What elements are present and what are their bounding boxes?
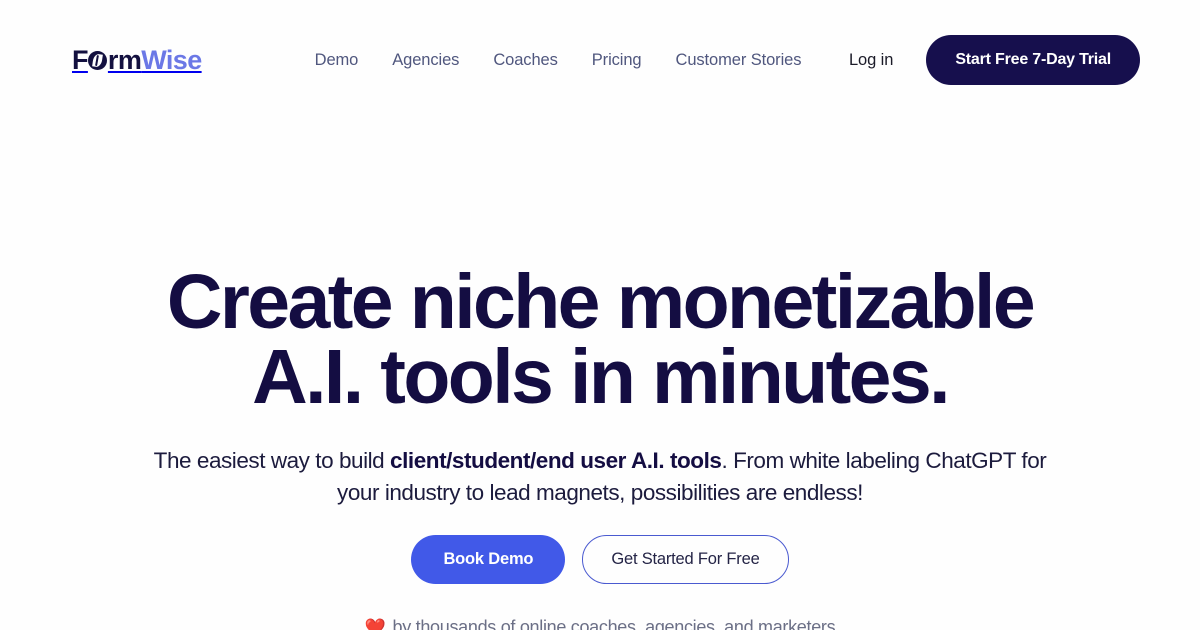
nav-item-customer-stories[interactable]: Customer Stories [676, 51, 802, 70]
main-navigation: Demo Agencies Coaches Pricing Customer S… [315, 51, 802, 70]
nav-item-demo[interactable]: Demo [315, 51, 359, 70]
brand-text-f: F [72, 44, 89, 75]
brand-logo[interactable]: Frm Wise [72, 44, 202, 75]
get-started-free-button[interactable]: Get Started For Free [582, 535, 789, 585]
book-demo-button[interactable]: Book Demo [411, 535, 566, 585]
brand-text-wise: Wise [141, 44, 202, 75]
hero-subtitle-emphasis: client/student/end user A.I. tools [390, 448, 722, 474]
nav-item-agencies[interactable]: Agencies [392, 51, 459, 70]
hero-subtitle-part-1: The easiest way to build [153, 448, 391, 474]
page-title-line-2: A.I. tools in minutes. [252, 333, 950, 420]
hero-subtitle: The easiest way to build client/student/… [150, 445, 1050, 509]
site-header: Frm Wise Demo Agencies Coaches Pricing Cu… [0, 0, 1200, 120]
social-proof: ❤️ by thousands of online coaches, agenc… [0, 617, 1200, 630]
login-link[interactable]: Log in [849, 51, 893, 70]
header-actions: Log in Start Free 7-Day Trial [849, 35, 1140, 85]
nav-item-coaches[interactable]: Coaches [493, 51, 558, 70]
start-free-trial-button[interactable]: Start Free 7-Day Trial [926, 35, 1140, 85]
hero-section: Create niche monetizable A.I. tools in m… [0, 120, 1200, 630]
hero-cta-group: Book Demo Get Started For Free [0, 535, 1200, 585]
brand-text-rm: rm [107, 44, 142, 75]
nav-item-pricing[interactable]: Pricing [592, 51, 642, 70]
formwise-leaf-mark-icon [88, 50, 108, 70]
social-proof-text: by thousands of online coaches, agencies… [392, 617, 836, 630]
page-title-line-1: Create niche monetizable [166, 259, 1036, 345]
red-heart-icon: ❤️ [364, 618, 386, 630]
page-title: Create niche monetizable A.I. tools in m… [0, 259, 1200, 420]
